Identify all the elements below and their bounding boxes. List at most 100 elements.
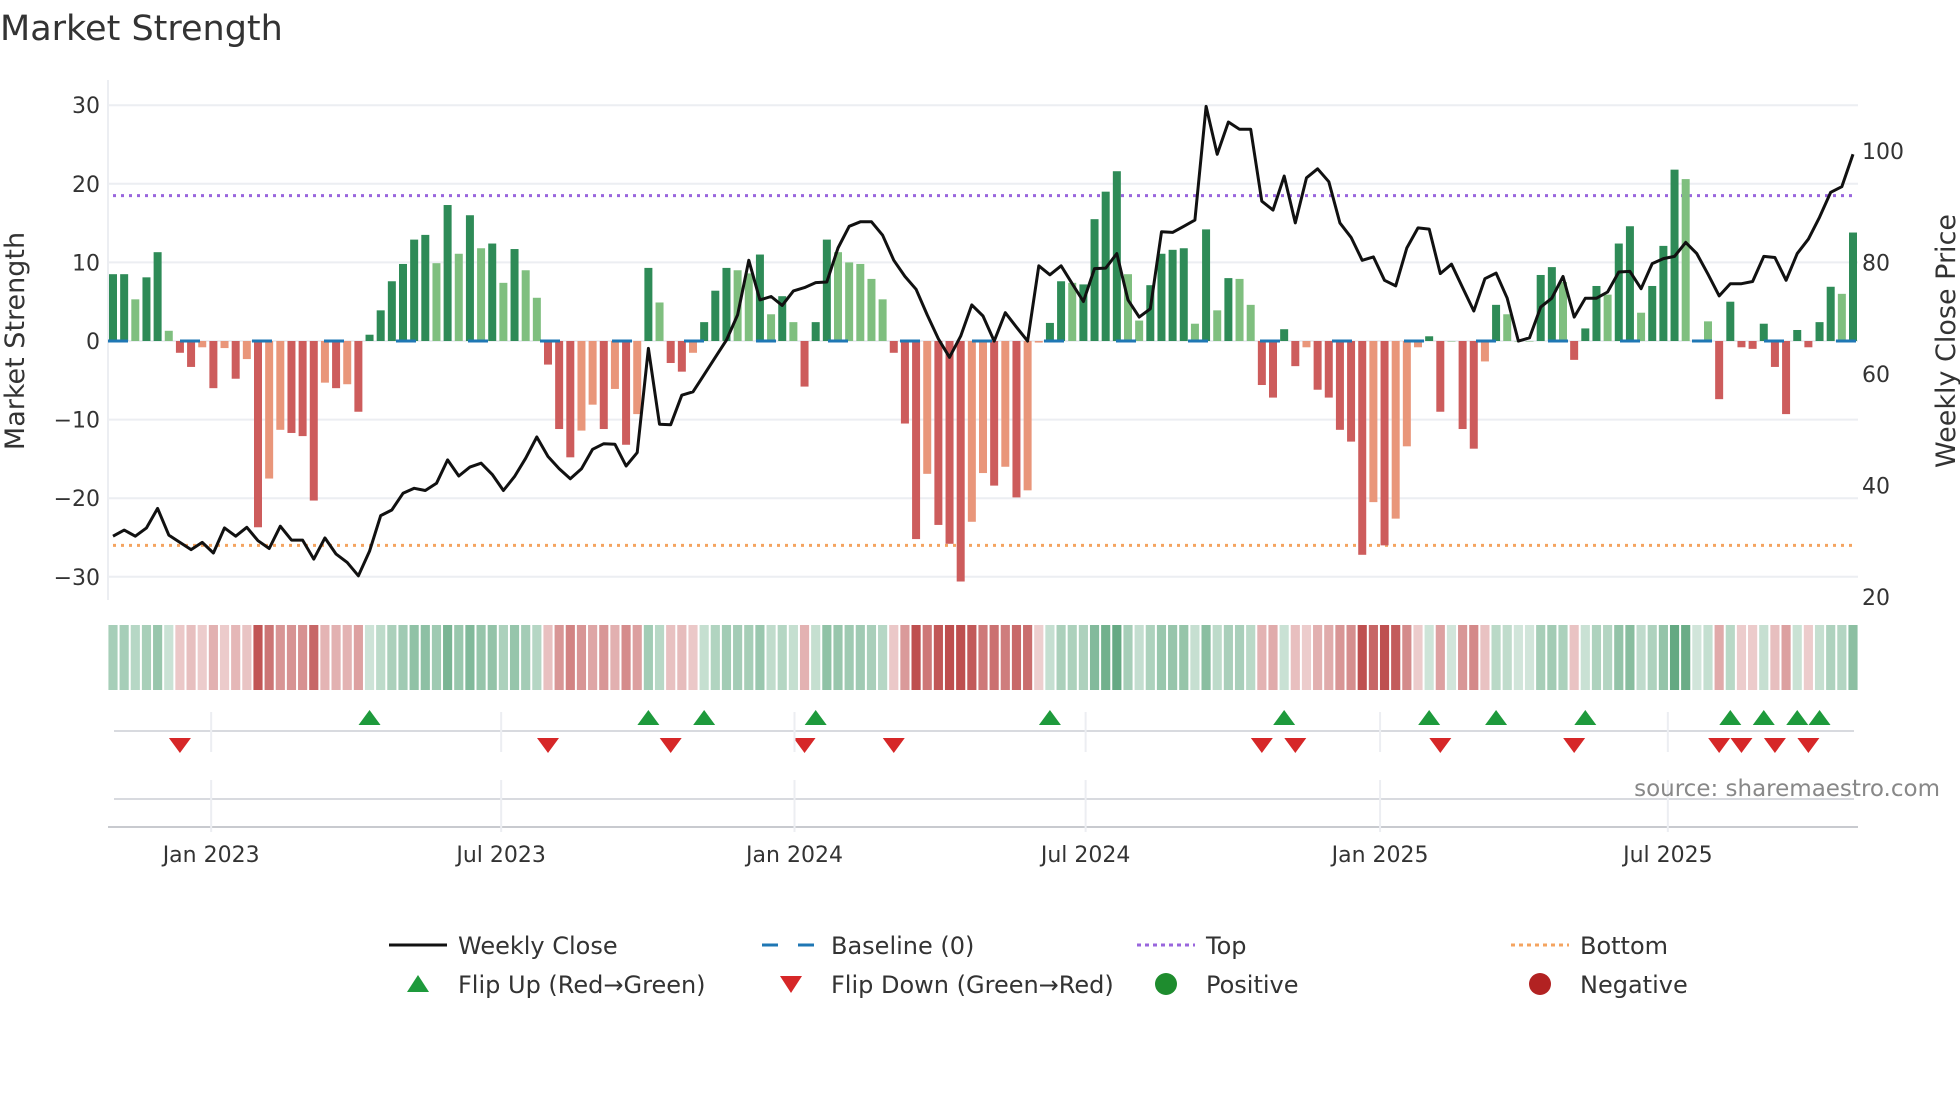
heat-cell — [1234, 625, 1245, 690]
x-tick-label: Jan 2023 — [161, 843, 260, 868]
heat-cell — [465, 625, 475, 690]
heat-cell — [1335, 625, 1345, 690]
heat-cell — [866, 625, 877, 690]
legend-label: Positive — [1206, 971, 1299, 999]
heat-cell — [1725, 625, 1735, 690]
strength-bar — [153, 252, 162, 341]
x-axis: Jan 2023 Jul 2023 Jan 2024 Jul 2024 Jan 2025… — [161, 712, 1713, 868]
heat-cell — [721, 625, 732, 690]
strength-bar — [1213, 310, 1222, 341]
y-tick-label: −30 — [54, 566, 100, 591]
heat-cell — [1134, 625, 1144, 690]
strength-bar — [109, 274, 117, 341]
heat-cell — [1814, 625, 1825, 690]
strength-bar — [1045, 322, 1054, 341]
strength-bar — [488, 243, 497, 341]
heat-cell — [1101, 625, 1111, 690]
heat-cell — [398, 625, 408, 690]
strength-bar — [1324, 341, 1333, 398]
legend: Weekly Close Baseline (0) Top Bottom Flip Up… — [389, 932, 1688, 999]
triangle-down-icon — [780, 976, 802, 993]
strength-bar — [1603, 294, 1612, 341]
heat-cell — [431, 625, 442, 690]
strength-bar — [1068, 282, 1077, 341]
flip-down-marker — [1708, 738, 1731, 753]
heat-cell — [688, 625, 698, 690]
heat-cell — [1647, 625, 1657, 690]
heat-cell — [1000, 625, 1010, 690]
heat-cell — [242, 625, 252, 690]
heat-cell — [1324, 625, 1334, 690]
strength-bar — [979, 341, 987, 474]
heat-cell — [822, 625, 832, 690]
strength-bar — [120, 274, 129, 341]
strength-bar — [1135, 320, 1144, 341]
x-tick-label: Jul 2023 — [454, 843, 546, 868]
strength-bar — [477, 248, 486, 341]
heat-cell — [811, 625, 821, 690]
heat-cell — [855, 625, 865, 690]
strength-bar — [131, 299, 140, 341]
heat-cell — [1045, 625, 1055, 690]
strength-bar — [800, 341, 809, 387]
strength-bar — [1235, 278, 1244, 341]
heat-cell — [911, 625, 921, 690]
flip-up-marker — [637, 710, 660, 725]
strength-bar — [655, 302, 664, 341]
y-tick-label: −10 — [54, 409, 100, 434]
heat-cell — [1023, 625, 1033, 690]
strength-bar — [1425, 336, 1434, 341]
heat-cell — [1402, 625, 1412, 690]
strength-bar — [1313, 341, 1322, 390]
heat-cell — [1591, 625, 1602, 690]
heat-cell — [766, 625, 776, 690]
y-tick-label: 10 — [72, 251, 100, 276]
y2-axis-label: Weekly Close Price — [1931, 214, 1960, 468]
strength-bar — [834, 252, 842, 341]
heat-cell — [833, 625, 843, 690]
strength-bar — [1202, 229, 1211, 341]
legend-label: Bottom — [1580, 932, 1668, 960]
legend-item: Positive — [1155, 971, 1299, 999]
strength-bar — [1726, 301, 1735, 341]
flip-up-marker — [1038, 710, 1061, 725]
strength-bar — [298, 341, 307, 437]
heat-cell — [1714, 625, 1724, 690]
heat-cell — [1011, 625, 1022, 690]
strength-bar — [432, 263, 441, 341]
heat-cell — [777, 625, 787, 690]
strength-bar — [912, 341, 921, 540]
strength-bar — [410, 239, 419, 341]
strength-bar — [711, 290, 720, 341]
heat-cell — [677, 625, 687, 690]
legend-item: Weekly Close — [389, 932, 618, 960]
strength-bar — [811, 322, 820, 341]
strength-bar — [1001, 341, 1010, 467]
strength-bar — [276, 341, 285, 430]
heat-cell — [1313, 625, 1323, 690]
strength-bar — [1257, 341, 1266, 386]
heat-cell — [1502, 625, 1512, 690]
strength-bar — [544, 341, 552, 365]
legend-item: Flip Down (Green→Red) — [780, 971, 1114, 999]
heat-cell — [632, 625, 642, 690]
strength-bar — [856, 263, 865, 341]
flip-up-marker — [1574, 710, 1597, 725]
circle-icon — [1529, 973, 1551, 995]
heat-cell — [576, 625, 587, 690]
heat-cell — [1781, 625, 1791, 690]
y2-tick-label: 100 — [1862, 140, 1904, 165]
y2-tick-label: 40 — [1862, 475, 1890, 500]
heat-cell — [1201, 625, 1211, 690]
heat-cell — [532, 625, 542, 690]
y2-tick-label: 20 — [1862, 586, 1890, 611]
heat-cell — [978, 625, 988, 690]
flip-up-marker — [1418, 710, 1441, 725]
heat-cell — [509, 625, 520, 690]
strength-bar — [1759, 323, 1768, 341]
heat-cell — [1480, 625, 1490, 690]
strength-bar — [1358, 341, 1367, 555]
strength-bar — [387, 281, 396, 341]
heat-cell — [1580, 625, 1590, 690]
strength-bar — [1469, 341, 1478, 449]
